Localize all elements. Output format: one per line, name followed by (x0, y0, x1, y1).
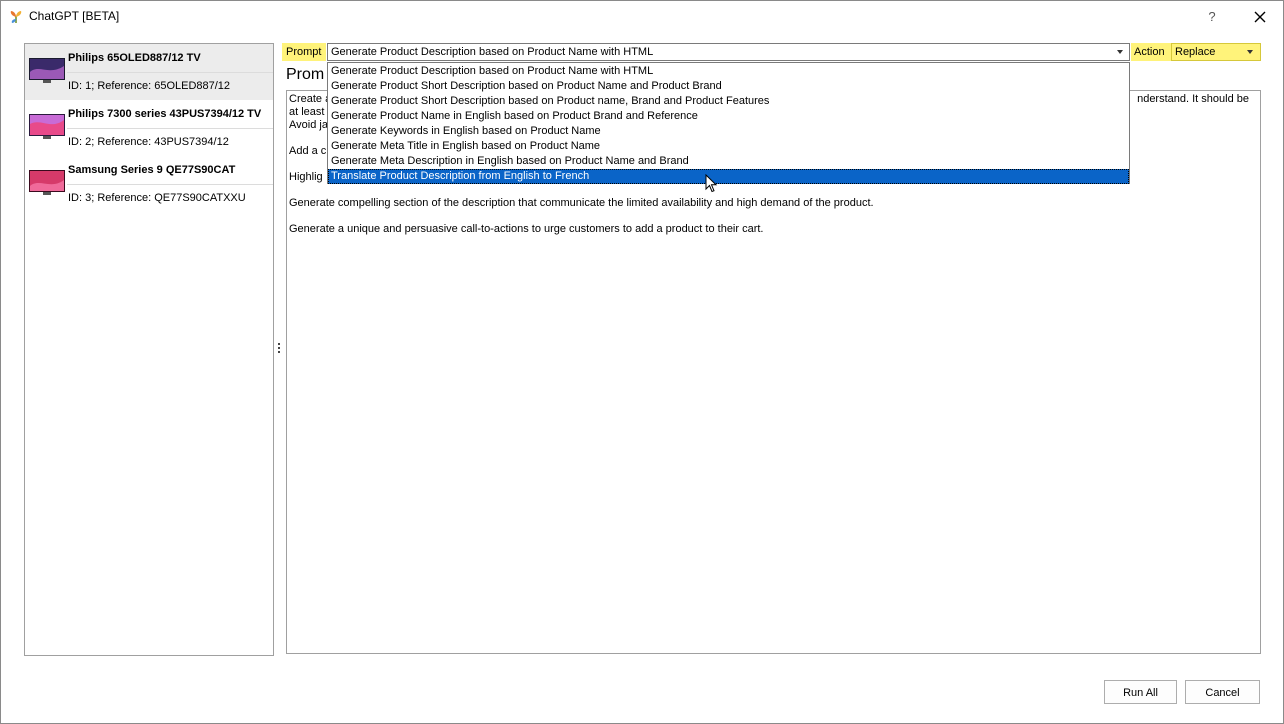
product-thumbnail-tv-icon (29, 114, 65, 139)
prompt-label: Prompt (282, 43, 326, 61)
close-icon[interactable] (1250, 7, 1270, 27)
product-divider (67, 184, 273, 185)
product-item-1[interactable]: Philips 65OLED887/12 TV ID: 1; Reference… (25, 44, 273, 100)
chevron-down-icon[interactable] (1247, 50, 1253, 54)
product-item-3[interactable]: Samsung Series 9 QE77S90CAT ID: 3; Refer… (25, 156, 273, 212)
product-name: Philips 65OLED887/12 TV (68, 52, 201, 64)
dropdown-option[interactable]: Generate Keywords in English based on Pr… (328, 124, 1129, 139)
dropdown-option[interactable]: Generate Meta Description in English bas… (328, 154, 1129, 169)
prompt-text-line: Generate a unique and persuasive call-to… (289, 223, 764, 235)
mouse-cursor-icon (705, 174, 718, 193)
chevron-down-icon[interactable] (1117, 50, 1123, 54)
help-button[interactable]: ? (1204, 9, 1220, 25)
cancel-button[interactable]: Cancel (1185, 680, 1260, 704)
dialog-window: ChatGPT [BETA] ? Philips 65OLED887/12 TV… (0, 0, 1284, 724)
prompt-text-line: at least (289, 106, 325, 118)
product-reference: ID: 2; Reference: 43PUS7394/12 (68, 136, 229, 148)
prompt-heading: Prom (286, 66, 325, 83)
product-divider (67, 128, 273, 129)
product-thumbnail-tv-icon (29, 58, 65, 83)
dropdown-option[interactable]: Generate Product Short Description based… (328, 79, 1129, 94)
action-select-value: Replace (1175, 46, 1216, 58)
prompt-text-line: Create a (289, 93, 332, 105)
product-reference: ID: 1; Reference: 65OLED887/12 (68, 80, 231, 92)
action-label: Action (1131, 43, 1171, 61)
prompt-text-line: Highlig (289, 171, 323, 183)
dropdown-option[interactable]: Generate Product Short Description based… (328, 94, 1129, 109)
window-title: ChatGPT [BETA] (29, 9, 120, 23)
product-list: Philips 65OLED887/12 TV ID: 1; Reference… (24, 43, 274, 656)
prompt-select[interactable]: Generate Product Description based on Pr… (327, 43, 1130, 61)
action-select[interactable]: Replace (1171, 43, 1261, 61)
app-logo-icon (10, 11, 22, 23)
prompt-text-line: Add a c (289, 145, 327, 157)
prompt-dropdown-list: Generate Product Description based on Pr… (327, 62, 1130, 184)
prompt-text-line: Avoid ja (289, 119, 328, 131)
dropdown-option[interactable]: Generate Meta Title in English based on … (328, 139, 1129, 154)
dropdown-option-highlighted[interactable]: Translate Product Description from Engli… (328, 169, 1129, 184)
run-all-button[interactable]: Run All (1104, 680, 1177, 704)
prompt-text-line: nderstand. It should be (1137, 93, 1249, 105)
product-reference: ID: 3; Reference: QE77S90CATXXU (68, 192, 246, 204)
dropdown-option[interactable]: Generate Product Name in English based o… (328, 109, 1129, 124)
product-divider (67, 72, 273, 73)
dropdown-option[interactable]: Generate Product Description based on Pr… (328, 64, 1129, 79)
prompt-text-line: Generate compelling section of the descr… (289, 197, 874, 209)
title-bar: ChatGPT [BETA] ? (1, 1, 1283, 33)
product-item-2[interactable]: Philips 7300 series 43PUS7394/12 TV ID: … (25, 100, 273, 156)
panel-splitter-handle[interactable] (278, 343, 281, 355)
product-name: Philips 7300 series 43PUS7394/12 TV (68, 108, 262, 120)
product-name: Samsung Series 9 QE77S90CAT (68, 164, 236, 176)
product-thumbnail-tv-icon (29, 170, 65, 195)
prompt-select-value: Generate Product Description based on Pr… (331, 46, 654, 58)
